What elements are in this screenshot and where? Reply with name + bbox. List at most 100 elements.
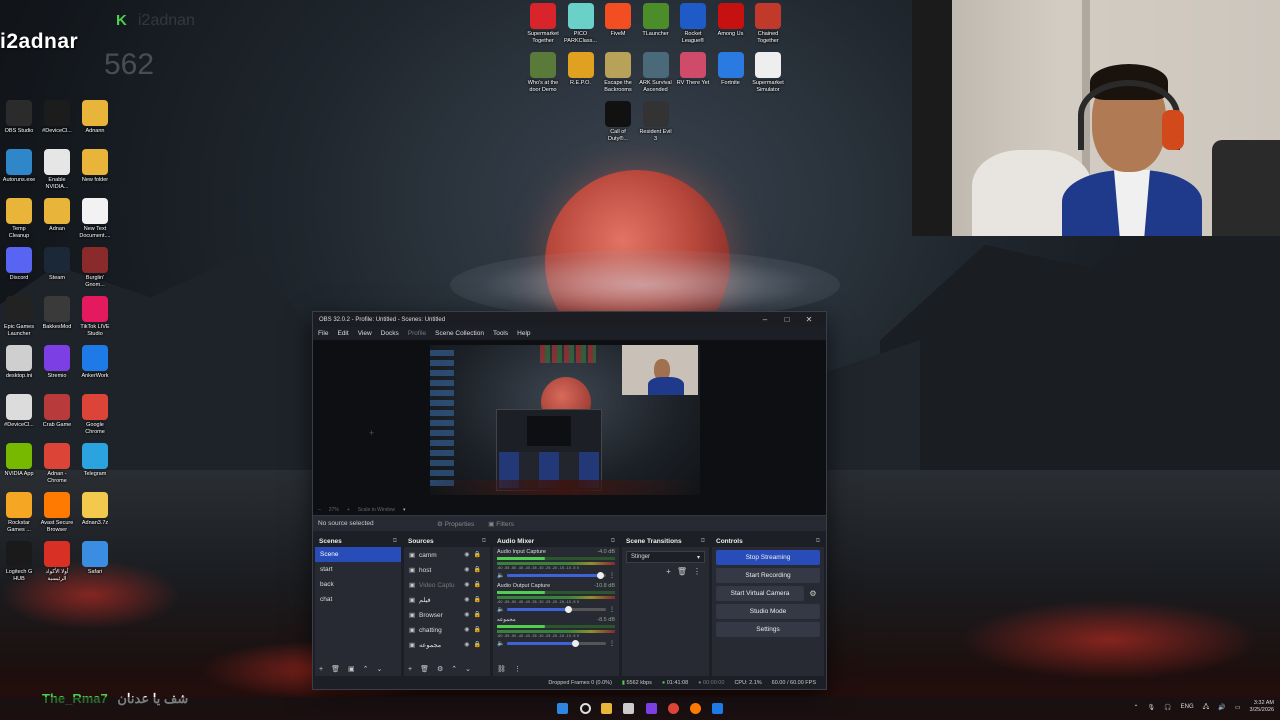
obs-window[interactable]: OBS 32.0.2 - Profile: Untitled - Scenes:… <box>312 311 827 690</box>
lock-icon[interactable]: 🔒 <box>474 597 485 603</box>
source-item[interactable]: ▣ chatting ◉🔒 <box>404 622 490 637</box>
properties-button[interactable]: ⚙ Properties <box>437 520 474 528</box>
eye-icon[interactable]: ◉ <box>464 567 473 573</box>
menu-profile[interactable]: Profile <box>408 330 426 337</box>
menu-docks[interactable]: Docks <box>381 330 399 337</box>
add-transition-icon[interactable]: + <box>666 567 671 576</box>
source-item[interactable]: ▣ مجموعه ◉🔒 <box>404 637 490 652</box>
lock-icon[interactable]: 🔒 <box>474 642 485 648</box>
volume-slider[interactable] <box>507 606 606 613</box>
eye-icon[interactable]: ◉ <box>464 582 473 588</box>
gear-icon[interactable]: ⚙ <box>806 586 820 601</box>
move-down-icon[interactable]: ⌄ <box>465 665 471 673</box>
add-source-icon[interactable]: + <box>408 666 412 673</box>
source-item[interactable]: ▣ Browser ◉🔒 <box>404 607 490 622</box>
source-settings-icon[interactable]: ⚙ <box>437 665 443 673</box>
obs-titlebar[interactable]: OBS 32.0.2 - Profile: Untitled - Scenes:… <box>313 312 826 327</box>
lock-icon[interactable]: 🔒 <box>474 582 485 588</box>
minimize-icon[interactable]: – <box>754 315 776 324</box>
trash-icon[interactable]: 🗑 <box>331 665 340 673</box>
chrome-icon[interactable] <box>668 703 679 714</box>
transition-select[interactable]: Stinger ▾ <box>626 551 705 563</box>
desktop-shortcut[interactable]: TikTok LIVE Studio <box>72 296 118 337</box>
desktop-shortcut[interactable]: Chained Together <box>745 3 791 44</box>
popout-icon[interactable]: ⧉ <box>482 538 486 545</box>
menu-help[interactable]: Help <box>517 330 530 337</box>
slider-handle[interactable] <box>597 572 605 579</box>
chevron-down-icon[interactable]: ▾ <box>403 507 406 513</box>
headset-icon[interactable]: 🎧 <box>1164 704 1171 711</box>
popout-icon[interactable]: ⧉ <box>701 538 705 545</box>
source-item[interactable]: ▣ host ◉🔒 <box>404 562 490 577</box>
start-recording-button[interactable]: Start Recording <box>716 568 820 583</box>
scene-item[interactable]: back <box>315 577 401 592</box>
speaker-icon[interactable]: 🔈 <box>497 640 504 647</box>
network-icon[interactable]: 🖧 <box>1203 702 1210 712</box>
chevron-up-icon[interactable]: ⌃ <box>1134 704 1139 711</box>
filters-button[interactable]: ▣ Filters <box>488 520 514 528</box>
eye-icon[interactable]: ◉ <box>464 612 473 618</box>
desktop-shortcut[interactable]: Burglin' Gnom... <box>72 247 118 288</box>
maximize-icon[interactable]: □ <box>776 315 798 324</box>
scale-mode-select[interactable]: Scale to Window <box>358 507 395 513</box>
speaker-icon[interactable]: 🔈 <box>497 606 504 613</box>
ankerwork-icon[interactable] <box>712 703 723 714</box>
trash-icon[interactable]: 🗑 <box>420 665 429 673</box>
start-virtual-camera-button[interactable]: Start Virtual Camera <box>716 586 804 601</box>
desktop-shortcut[interactable]: Safari <box>72 541 118 576</box>
desktop-shortcut[interactable]: Telegram <box>72 443 118 478</box>
more-icon[interactable]: ⋮ <box>514 665 521 673</box>
lock-icon[interactable]: 🔒 <box>474 627 485 633</box>
slider-handle[interactable] <box>564 606 572 613</box>
volume-icon[interactable]: 🔊 <box>1218 704 1225 711</box>
search-icon[interactable] <box>580 703 591 714</box>
scene-filters-icon[interactable]: ▣ <box>348 665 355 673</box>
scene-item[interactable]: start <box>315 562 401 577</box>
slider-handle[interactable] <box>572 640 580 647</box>
start-icon[interactable] <box>557 703 568 714</box>
settings-button[interactable]: Settings <box>716 622 820 637</box>
language-indicator[interactable]: ENG <box>1181 704 1194 710</box>
speaker-icon[interactable]: 🔈 <box>497 572 504 579</box>
clock[interactable]: 3:32 AM 3/25/2026 <box>1250 700 1274 714</box>
menu-tools[interactable]: Tools <box>493 330 508 337</box>
calendar-icon[interactable] <box>623 703 634 714</box>
eye-icon[interactable]: ◉ <box>464 597 473 603</box>
more-icon[interactable]: ⋮ <box>609 572 615 579</box>
popout-icon[interactable]: ⧉ <box>611 538 615 545</box>
trash-icon[interactable]: 🗑 <box>677 567 687 576</box>
volume-slider[interactable] <box>507 572 606 579</box>
desktop-shortcut[interactable]: AnkerWork <box>72 345 118 380</box>
zoom-in-icon[interactable]: + <box>347 507 350 513</box>
more-icon[interactable]: ⋮ <box>609 606 615 613</box>
stop-streaming-button[interactable]: Stop Streaming <box>716 550 820 565</box>
volume-slider[interactable] <box>507 640 606 647</box>
menu-file[interactable]: File <box>318 330 328 337</box>
more-icon[interactable]: ⋮ <box>693 567 701 576</box>
add-scene-icon[interactable]: + <box>319 666 323 673</box>
desktop-shortcut[interactable]: Adnan3.7z <box>72 492 118 527</box>
desktop-shortcut[interactable]: Adnann <box>72 100 118 135</box>
file-explorer-icon[interactable] <box>601 703 612 714</box>
preview-canvas[interactable] <box>430 345 700 495</box>
popout-icon[interactable]: ⧉ <box>393 538 397 545</box>
lock-icon[interactable]: 🔒 <box>474 612 485 618</box>
desktop-shortcut[interactable]: Supermarket Simulator <box>745 52 791 93</box>
more-icon[interactable]: ⋮ <box>609 640 615 647</box>
desktop-shortcut[interactable]: Resident Evil 3 <box>633 101 679 142</box>
desktop-shortcut[interactable]: New folder <box>72 149 118 184</box>
close-icon[interactable]: ✕ <box>798 315 820 324</box>
eye-icon[interactable]: ◉ <box>464 627 473 633</box>
source-item[interactable]: ▣ Video Captu ◉🔒 <box>404 577 490 592</box>
app-icon[interactable] <box>646 703 657 714</box>
menu-view[interactable]: View <box>358 330 372 337</box>
zoom-out-icon[interactable]: – <box>318 507 321 513</box>
move-up-icon[interactable]: ⌃ <box>363 665 369 673</box>
eye-icon[interactable]: ◉ <box>464 642 473 648</box>
menu-scene-collection[interactable]: Scene Collection <box>435 330 484 337</box>
source-item[interactable]: ▣ camm ◉🔒 <box>404 547 490 562</box>
menu-edit[interactable]: Edit <box>337 330 348 337</box>
move-down-icon[interactable]: ⌄ <box>376 665 382 673</box>
microphone-icon[interactable]: 🎙 <box>1148 704 1156 711</box>
desktop-shortcut[interactable]: Google Chrome <box>72 394 118 435</box>
